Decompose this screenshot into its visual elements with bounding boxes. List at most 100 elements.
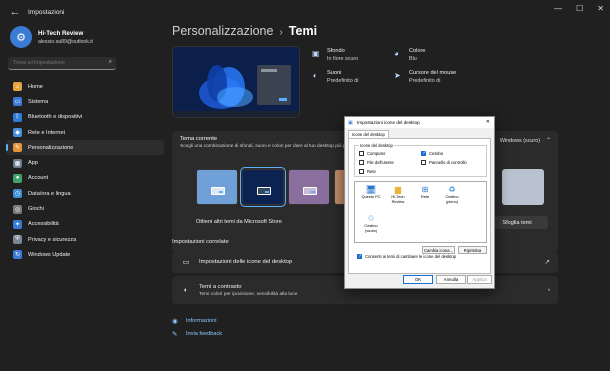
sidebar-item-privacy-e-sicurezza[interactable]: ⛨ Privacy e sicurezza	[6, 232, 164, 247]
checkbox-user-files[interactable]: File dell'utente	[359, 160, 394, 165]
close-icon[interactable]: ✕	[597, 4, 604, 13]
icon-label: Hi-Tech Review	[391, 194, 405, 204]
clock-icon: ◷	[13, 189, 22, 199]
system-icon: ▭	[13, 97, 22, 107]
sidebar-item-label: Accessibilità	[28, 221, 59, 228]
contrast-subtitle: Temi colori per ipovisione, sensibilità …	[199, 291, 298, 297]
home-icon: ⌂	[13, 82, 22, 92]
dialog-title-bar: ▣ Impostazioni icone del desktop ✕	[345, 117, 494, 128]
profile-email: alessio.sa89@outlook.it	[38, 38, 93, 45]
sidebar: ⚙ Hi-Tech Review alessio.sa89@outlook.it…	[0, 24, 164, 371]
folder-icon: ▆	[394, 185, 402, 194]
theme-thumbnail[interactable]	[196, 169, 238, 205]
back-arrow-icon[interactable]: ←	[6, 3, 24, 21]
apps-icon: ▦	[13, 158, 22, 168]
window-title: Impostazioni	[28, 8, 65, 16]
computer-icon: 🖥	[366, 185, 377, 194]
breadcrumb-parent[interactable]: Personalizzazione	[172, 24, 273, 38]
preview-taskbar	[173, 111, 299, 117]
sidebar-item-home[interactable]: ⌂ Home	[6, 79, 164, 94]
sidebar-item-label: Giochi	[28, 206, 44, 213]
sidebar-item-label: Sistema	[28, 98, 49, 105]
info-link-text[interactable]: Informazioni	[186, 318, 216, 324]
sidebar-item-data-ora-e-lingua[interactable]: ◷ Data/ora e lingua	[6, 186, 164, 201]
sidebar-item-accessibilit[interactable]: ✦ Accessibilità	[6, 217, 164, 232]
sidebar-item-account[interactable]: ● Account	[6, 171, 164, 186]
checkbox-label: Rete	[367, 169, 376, 174]
dialog-title: Impostazioni icone del desktop	[357, 120, 420, 125]
icon-label: Questo PC	[361, 194, 381, 199]
sidebar-item-personalizzazione[interactable]: ✎ Personalizzazione	[6, 140, 164, 156]
sidebar-item-sistema[interactable]: ▭ Sistema	[6, 94, 164, 109]
image-icon: ▣	[312, 49, 320, 58]
tab-desktop-icons[interactable]: Icone del desktop	[348, 130, 389, 138]
checkbox-recycle-bin[interactable]: Cestino	[421, 150, 444, 156]
avatar: ⚙	[10, 26, 32, 48]
icon-this-pc[interactable]: 🖥 Questo PC	[359, 185, 383, 200]
minimize-icon[interactable]: —	[554, 4, 562, 13]
chevron-up-icon[interactable]: ⌃	[546, 137, 551, 144]
checkbox-control-panel[interactable]: Pannello di controllo	[421, 160, 467, 165]
checkbox-network[interactable]: Rete	[359, 169, 376, 174]
theme-thumbnail[interactable]	[240, 167, 286, 207]
ok-button[interactable]: OK	[403, 275, 433, 284]
cancel-button[interactable]: Annulla	[436, 275, 466, 284]
sounds-property[interactable]: ◖ Suoni Predefinito di	[312, 70, 358, 84]
allow-themes-label: Consenti ai temi di cambiare le icone de…	[365, 254, 457, 259]
info-link[interactable]: ◉ Informazioni	[172, 314, 222, 327]
sounds-value: Predefinito di	[327, 78, 359, 84]
icon-recycle-bin-full[interactable]: ♻ Cestino (pieno)	[440, 185, 464, 204]
open-external-icon: ↗	[544, 259, 550, 266]
icon-recycle-bin-empty[interactable]: ♲ Cestino (vuoto)	[359, 214, 383, 233]
cursor-property[interactable]: ➤ Cursore del mouse Predefinito di	[394, 70, 456, 84]
dialog-close-icon[interactable]: ✕	[486, 119, 490, 125]
search-icon[interactable]: ⌕	[109, 59, 112, 66]
checkbox-label: Computer	[367, 151, 386, 156]
user-profile[interactable]: ⚙ Hi-Tech Review alessio.sa89@outlook.it	[10, 26, 93, 48]
theme-thumbnail[interactable]	[288, 169, 330, 205]
color-property[interactable]: ◕ Colore Blu	[394, 48, 425, 62]
breadcrumb: Personalizzazione › Temi	[172, 24, 317, 38]
window-controls: — ☐ ✕	[554, 4, 604, 13]
browse-themes-button[interactable]: Sfoglia temi	[486, 216, 548, 229]
sidebar-item-rete-e-internet[interactable]: ◆ Rete e Internet	[6, 125, 164, 140]
sidebar-item-label: Privacy e sicurezza	[28, 236, 77, 243]
theme-thumbnail[interactable]	[502, 169, 544, 205]
color-value: Blu	[409, 56, 417, 62]
dialog-footer: OK Annulla Applica	[345, 275, 496, 285]
shield-icon: ⛨	[13, 235, 22, 245]
speaker-icon: ◖	[312, 71, 317, 80]
icon-network[interactable]: ⊞ Rete	[413, 185, 437, 200]
feedback-link[interactable]: ✎ Invia feedback	[172, 327, 222, 340]
breadcrumb-separator: ›	[279, 27, 283, 38]
search-input[interactable]	[13, 60, 103, 66]
background-property[interactable]: ▣ Sfondo In fiore scuro	[312, 48, 358, 62]
network-icon: ⊞	[421, 185, 429, 194]
bloom-wallpaper-image	[199, 65, 253, 109]
checkbox-allow-themes[interactable]: Consenti ai temi di cambiare le icone de…	[357, 253, 457, 259]
sidebar-item-giochi[interactable]: ◎ Giochi	[6, 201, 164, 216]
help-links: ◉ Informazioni ✎ Invia feedback	[172, 314, 222, 340]
search-box[interactable]: ⌕	[8, 57, 116, 70]
sounds-title: Suoni	[327, 70, 342, 76]
desktop-icons-list: 🖥 Questo PC ▆ Hi-Tech Review ⊞ Rete ♻ Ce…	[354, 181, 487, 243]
color-title: Colore	[409, 48, 426, 54]
sidebar-item-app[interactable]: ▦ App	[6, 155, 164, 170]
icon-label: Cestino (vuoto)	[364, 223, 378, 233]
account-icon: ●	[13, 173, 22, 183]
change-icon-button[interactable]: Cambia icona...	[422, 246, 455, 254]
icon-user-folder[interactable]: ▆ Hi-Tech Review	[386, 185, 410, 204]
checkbox-label: Pannello di controllo	[429, 160, 467, 165]
checkbox-label: Cestino	[429, 151, 444, 156]
maximize-icon[interactable]: ☐	[576, 4, 583, 13]
current-theme-title: Tema corrente	[180, 136, 218, 142]
apply-button[interactable]: Applica	[467, 275, 492, 284]
feedback-link-text[interactable]: Invia feedback	[186, 331, 222, 337]
sidebar-item-windows-update[interactable]: ↻ Windows Update	[6, 247, 164, 262]
background-value: In fiore scuro	[327, 56, 359, 62]
checkbox-computer[interactable]: Computer	[359, 151, 385, 156]
restore-button[interactable]: Ripristina	[458, 246, 487, 254]
profile-name: Hi-Tech Review	[38, 29, 84, 37]
cursor-icon: ➤	[394, 71, 401, 80]
sidebar-item-bluetooth-e-dispositivi[interactable]: ᛒ Bluetooth e dispositivi	[6, 110, 164, 125]
